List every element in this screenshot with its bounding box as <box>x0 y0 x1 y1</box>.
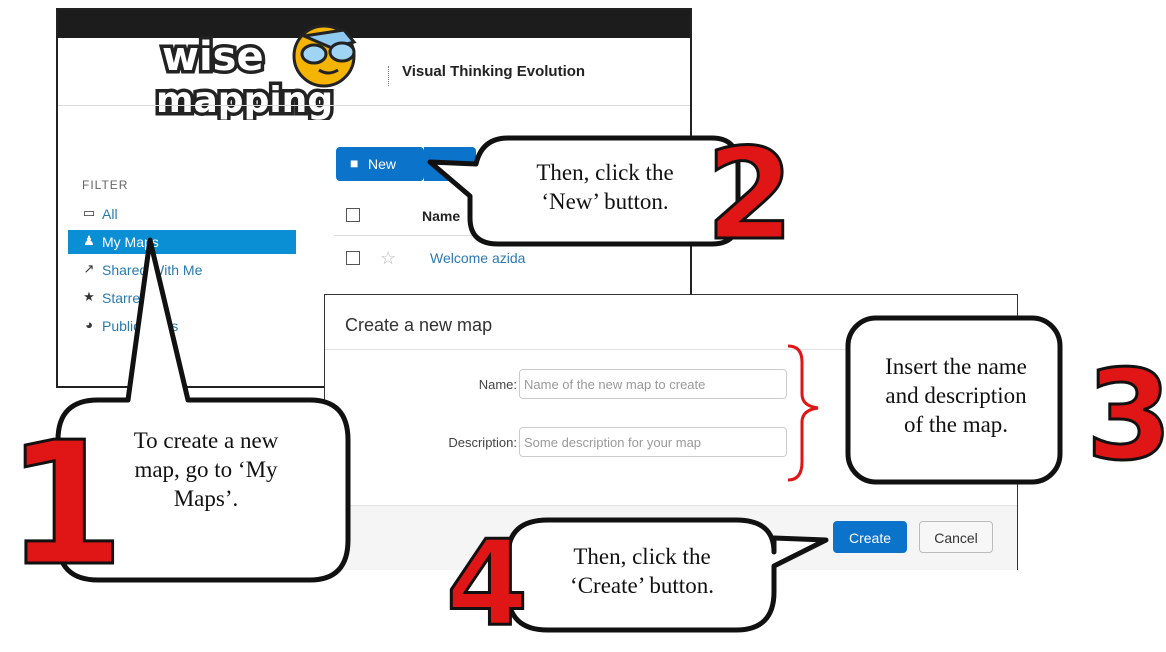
filter-label: Public Maps <box>102 318 179 334</box>
callout-4-line: ‘Create’ button. <box>570 573 714 598</box>
map-link[interactable]: Welcome azida <box>430 250 525 266</box>
filter-item-all[interactable]: ▭ All <box>68 202 296 226</box>
toolbar-button[interactable] <box>424 147 476 181</box>
name-label: Name: <box>478 377 517 392</box>
globe-icon: ◕ <box>85 317 93 332</box>
filter-title: FILTER <box>82 178 129 192</box>
header-divider <box>58 105 690 106</box>
description-input[interactable] <box>519 427 787 457</box>
select-all-checkbox[interactable] <box>346 208 360 222</box>
callout-2-line: Then, click the <box>536 160 674 185</box>
star-outline-icon[interactable]: ☆ <box>380 248 396 269</box>
table-divider <box>334 235 690 236</box>
callout-text-4: Then, click the ‘Create’ button. <box>520 542 764 600</box>
user-icon: ♟ <box>83 233 95 248</box>
filter-label: All <box>102 206 118 222</box>
tagline-separator <box>388 66 390 86</box>
star-icon: ★ <box>83 289 95 304</box>
filter-label: My Maps <box>102 234 159 250</box>
dialog-title: Create a new map <box>345 315 493 335</box>
row-checkbox[interactable] <box>346 251 360 265</box>
column-header-name[interactable]: Name <box>422 208 460 224</box>
step-number-3: 3 <box>1084 344 1166 488</box>
step-number-1: 1 <box>4 406 125 604</box>
callout-3-line: and description <box>885 383 1027 408</box>
step-number-2: 2 <box>705 121 796 268</box>
callout-text-3: Insert the name and description of the m… <box>856 352 1056 439</box>
inbox-icon: ▭ <box>82 205 96 220</box>
callout-4-line: Then, click the <box>573 544 711 569</box>
new-button-label: New <box>368 156 397 172</box>
new-button[interactable]: ■ New <box>336 147 424 181</box>
description-label: Description: <box>448 435 517 450</box>
callout-3-line: of the map. <box>903 412 1009 437</box>
document-icon: ■ <box>350 155 359 171</box>
filter-item-shared[interactable]: ↗ Shared With Me <box>68 258 296 282</box>
filter-label: Starred <box>102 290 148 306</box>
filter-item-my-maps[interactable]: ♟ My Maps <box>68 230 296 254</box>
callout-3-line: Insert the name <box>885 354 1027 379</box>
dialog-divider <box>325 349 1017 350</box>
create-button[interactable]: Create <box>833 521 907 553</box>
name-input[interactable] <box>519 369 787 399</box>
filter-item-starred[interactable]: ★ Starred <box>68 286 296 310</box>
cancel-button[interactable]: Cancel <box>919 521 993 553</box>
share-icon: ↗ <box>83 261 95 276</box>
logo-word-wise: wise <box>162 34 264 80</box>
logo-word-mapping: mapping <box>156 80 333 120</box>
callout-2-line: ‘New’ button. <box>541 189 669 214</box>
filter-label: Shared With Me <box>102 262 203 278</box>
filter-item-public[interactable]: ◕ Public Maps <box>68 314 296 338</box>
callout-text-2: Then, click the ‘New’ button. <box>480 158 730 216</box>
step-number-4: 4 <box>444 514 529 652</box>
tagline: Visual Thinking Evolution <box>402 63 586 80</box>
